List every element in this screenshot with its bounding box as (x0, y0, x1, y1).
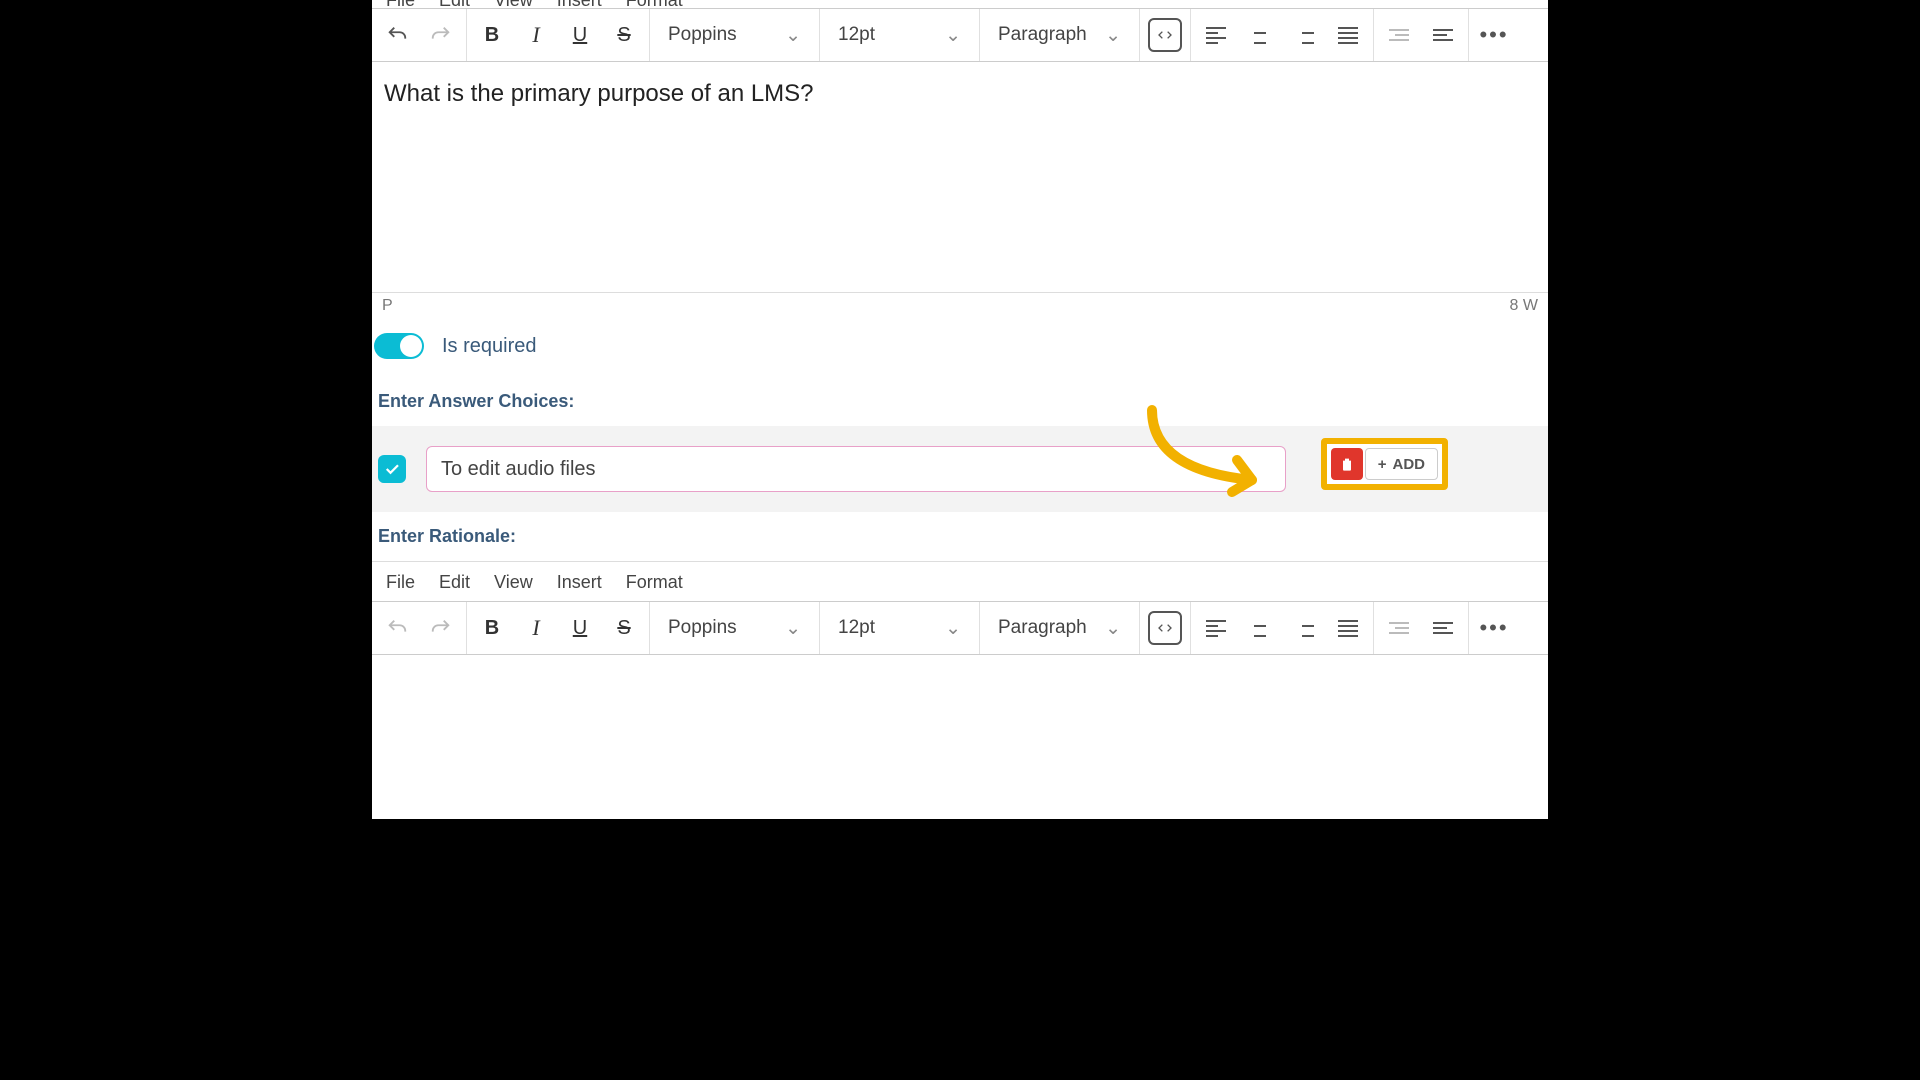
font-family-select[interactable]: Poppins ⌄ (658, 24, 811, 47)
required-toggle[interactable] (374, 333, 424, 359)
question-text: What is the primary purpose of an LMS? (384, 80, 814, 107)
add-choice-button[interactable]: + ADD (1365, 448, 1438, 480)
toolbar-question: B I U S Poppins ⌄ 12pt ⌄ Paragraph (372, 8, 1548, 62)
italic-button[interactable]: I (519, 18, 553, 52)
rationale-editor[interactable] (372, 655, 1548, 819)
align-center-button-2[interactable] (1243, 611, 1277, 645)
menubar-rationale: File Edit View Insert Format (372, 561, 1548, 601)
font-family-label: Poppins (668, 24, 737, 46)
undo-button-2[interactable] (380, 611, 414, 645)
chevron-down-icon: ⌄ (1105, 24, 1121, 47)
choices-label: Enter Answer Choices: (372, 369, 1548, 426)
menu-edit-2[interactable]: Edit (439, 572, 470, 593)
delete-choice-button[interactable] (1331, 448, 1363, 480)
indent-button[interactable] (1426, 18, 1460, 52)
chevron-down-icon: ⌄ (1105, 617, 1121, 640)
status-path: P (382, 297, 393, 315)
status-words: 8 W (1510, 297, 1538, 315)
toolbar-rationale: B I U S Poppins ⌄ 12pt ⌄ Paragraph (372, 601, 1548, 655)
align-justify-button[interactable] (1331, 18, 1365, 52)
question-editor[interactable]: What is the primary purpose of an LMS? (372, 62, 1548, 292)
strike-button[interactable]: S (607, 18, 641, 52)
align-left-button-2[interactable] (1199, 611, 1233, 645)
menu-view-2[interactable]: View (494, 572, 533, 593)
undo-button[interactable] (380, 18, 414, 52)
chevron-down-icon: ⌄ (785, 617, 801, 640)
code-button-2[interactable] (1148, 611, 1182, 645)
add-label: ADD (1393, 456, 1426, 473)
required-row: Is required (372, 321, 1548, 369)
align-center-button[interactable] (1243, 18, 1277, 52)
italic-button-2[interactable]: I (519, 611, 553, 645)
bold-button[interactable]: B (475, 18, 509, 52)
block-format-select[interactable]: Paragraph ⌄ (988, 24, 1131, 47)
chevron-down-icon: ⌄ (785, 24, 801, 47)
align-right-button[interactable] (1287, 18, 1321, 52)
indent-button-2[interactable] (1426, 611, 1460, 645)
redo-button[interactable] (424, 18, 458, 52)
chevron-down-icon: ⌄ (945, 617, 961, 640)
strike-button-2[interactable]: S (607, 611, 641, 645)
choice-checkbox[interactable] (378, 455, 406, 483)
editor-statusbar: P 8 W (372, 292, 1548, 321)
font-size-label: 12pt (838, 24, 875, 46)
block-format-select-2[interactable]: Paragraph ⌄ (988, 617, 1131, 640)
underline-button-2[interactable]: U (563, 611, 597, 645)
chevron-down-icon: ⌄ (945, 24, 961, 47)
rationale-label: Enter Rationale: (372, 512, 1548, 561)
menu-file-2[interactable]: File (386, 572, 415, 593)
more-button[interactable]: ••• (1477, 18, 1511, 52)
bold-button-2[interactable]: B (475, 611, 509, 645)
align-right-button-2[interactable] (1287, 611, 1321, 645)
add-delete-highlight: + ADD (1321, 438, 1448, 490)
required-label: Is required (442, 335, 537, 358)
outdent-button-2[interactable] (1382, 611, 1416, 645)
font-size-select-2[interactable]: 12pt ⌄ (828, 617, 971, 640)
outdent-button[interactable] (1382, 18, 1416, 52)
choice-input[interactable] (426, 446, 1286, 492)
plus-icon: + (1378, 456, 1387, 473)
code-button[interactable] (1148, 18, 1182, 52)
menubar-top: File Edit View Insert Format (372, 0, 1548, 8)
font-family-select-2[interactable]: Poppins ⌄ (658, 617, 811, 640)
align-left-button[interactable] (1199, 18, 1233, 52)
align-justify-button-2[interactable] (1331, 611, 1365, 645)
answer-choice-row: + ADD (372, 426, 1548, 512)
more-button-2[interactable]: ••• (1477, 611, 1511, 645)
menu-insert-2[interactable]: Insert (557, 572, 602, 593)
block-format-label: Paragraph (998, 24, 1087, 46)
font-size-select[interactable]: 12pt ⌄ (828, 24, 971, 47)
underline-button[interactable]: U (563, 18, 597, 52)
redo-button-2[interactable] (424, 611, 458, 645)
menu-format-2[interactable]: Format (626, 572, 683, 593)
